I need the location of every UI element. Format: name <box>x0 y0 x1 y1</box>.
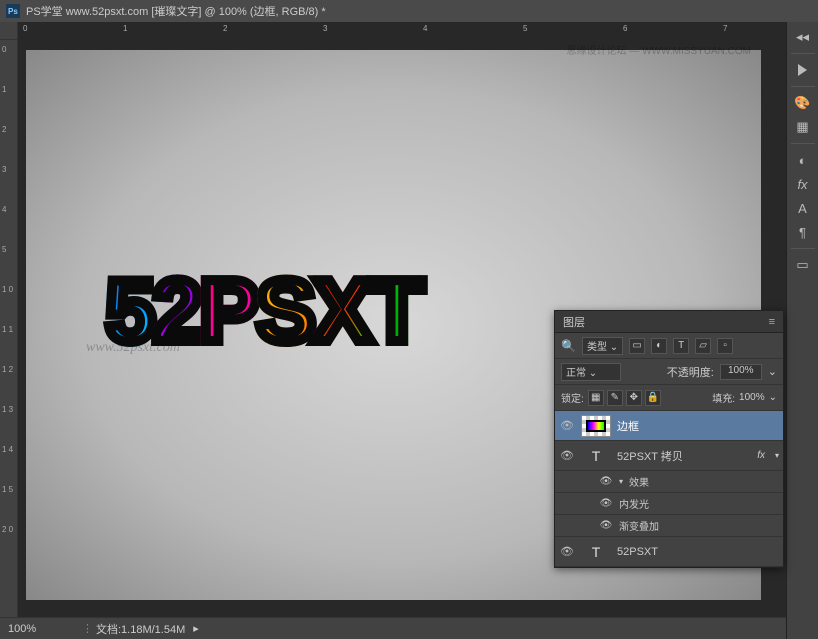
fx-collapse-icon[interactable]: ▾ <box>775 451 779 460</box>
opacity-label: 不透明度: <box>667 364 714 380</box>
paragraph-icon[interactable]: ¶ <box>790 221 816 243</box>
layer-name[interactable]: 52PSXT 拷贝 <box>617 448 683 464</box>
effect-name: 渐变叠加 <box>619 518 659 533</box>
ruler-vertical[interactable]: 0 1 2 3 4 5 1 0 1 1 1 2 1 3 1 4 1 5 2 0 <box>0 40 18 617</box>
properties-icon[interactable]: ▭ <box>790 254 816 276</box>
zoom-level[interactable]: 100% <box>8 623 78 635</box>
filter-pixel-icon[interactable]: ▭ <box>629 338 645 354</box>
search-icon: 🔍 <box>561 339 576 353</box>
filter-type-icon[interactable]: T <box>673 338 689 354</box>
right-toolbar: ◂◂ 🎨 ▦ ◐ fx A ¶ ▭ <box>786 22 818 639</box>
lock-paint-icon[interactable]: ✎ <box>607 390 623 406</box>
status-bar: 100% ⋮⋮ 文档:1.18M/1.54M ▸ <box>0 617 786 639</box>
character-icon[interactable]: A <box>790 197 816 219</box>
filter-shape-icon[interactable]: ▱ <box>695 338 711 354</box>
effects-header[interactable]: 👁 ▾ 效果 <box>555 471 783 493</box>
blend-mode-dropdown[interactable]: 正常 ⌄ <box>561 363 621 381</box>
artwork-text: 52PSXT <box>106 260 422 362</box>
fx-badge[interactable]: fx <box>757 450 769 461</box>
layer-filter-row: 🔍 类型 ⌄ ▭ ◐ T ▱ ▫ <box>555 333 783 359</box>
layers-panel[interactable]: 图层 ≡ 🔍 类型 ⌄ ▭ ◐ T ▱ ▫ 正常 ⌄ 不透明度: 100% ⌄ … <box>554 310 784 568</box>
blend-opacity-row: 正常 ⌄ 不透明度: 100% ⌄ <box>555 359 783 385</box>
svg-text:Ps: Ps <box>8 7 18 16</box>
visibility-icon[interactable]: 👁 <box>599 476 613 487</box>
layer-item[interactable]: 👁 边框 <box>555 411 783 441</box>
document-size: 文档:1.18M/1.54M <box>96 621 185 637</box>
adjustments-icon[interactable]: ◐ <box>790 149 816 171</box>
type-layer-icon: T <box>581 445 611 467</box>
play-icon[interactable] <box>790 59 816 81</box>
filter-kind-dropdown[interactable]: 类型 ⌄ <box>582 337 623 355</box>
chevron-down-icon[interactable]: ⌄ <box>768 365 777 378</box>
fill-label: 填充: <box>712 390 735 405</box>
type-layer-icon: T <box>581 541 611 563</box>
styles-icon[interactable]: fx <box>790 173 816 195</box>
effect-item[interactable]: 👁 内发光 <box>555 493 783 515</box>
layer-list: 👁 边框 👁 T 52PSXT 拷贝 fx ▾ 👁 ▾ 效果 👁 内发光 👁 渐… <box>555 411 783 567</box>
lock-position-icon[interactable]: ✥ <box>626 390 642 406</box>
chevron-right-icon[interactable]: ▸ <box>193 622 199 635</box>
lock-transparency-icon[interactable]: ▦ <box>588 390 604 406</box>
layer-name[interactable]: 52PSXT <box>617 546 658 558</box>
document-title: PS学堂 www.52psxt.com [璀璨文字] @ 100% (边框, R… <box>26 3 326 19</box>
lock-fill-row: 锁定: ▦ ✎ ✥ 🔒 填充: 100% ⌄ <box>555 385 783 411</box>
layer-item[interactable]: 👁 T 52PSXT <box>555 537 783 567</box>
layers-panel-title: 图层 <box>563 314 585 330</box>
visibility-icon[interactable]: 👁 <box>559 449 575 462</box>
opacity-value[interactable]: 100% <box>720 364 762 380</box>
disclosure-icon: ▾ <box>619 477 623 486</box>
visibility-icon[interactable]: 👁 <box>599 498 613 509</box>
effect-item[interactable]: 👁 渐变叠加 <box>555 515 783 537</box>
layer-name[interactable]: 边框 <box>617 418 639 434</box>
chevron-down-icon[interactable]: ⌄ <box>769 392 777 403</box>
effect-name: 内发光 <box>619 496 649 511</box>
layer-thumbnail[interactable] <box>581 415 611 437</box>
color-picker-icon[interactable]: 🎨 <box>790 92 816 114</box>
app-icon: Ps <box>6 4 20 18</box>
layer-item[interactable]: 👁 T 52PSXT 拷贝 fx ▾ <box>555 441 783 471</box>
filter-smart-icon[interactable]: ▫ <box>717 338 733 354</box>
filter-adjust-icon[interactable]: ◐ <box>651 338 667 354</box>
visibility-icon[interactable]: 👁 <box>599 520 613 531</box>
resize-handle-icon[interactable]: ⋮⋮ <box>82 622 92 635</box>
visibility-icon[interactable]: 👁 <box>559 545 575 558</box>
visibility-icon[interactable]: 👁 <box>559 419 575 432</box>
ruler-origin[interactable] <box>0 22 18 40</box>
watermark-forum: 思缘设计论坛 — WWW.MISSYUAN.COM <box>567 42 751 57</box>
panel-menu-icon[interactable]: ≡ <box>769 316 775 328</box>
lock-all-icon[interactable]: 🔒 <box>645 390 661 406</box>
title-bar: Ps PS学堂 www.52psxt.com [璀璨文字] @ 100% (边框… <box>0 0 818 22</box>
lock-label: 锁定: <box>561 390 584 405</box>
expand-panels-icon[interactable]: ◂◂ <box>790 26 816 48</box>
swatches-icon[interactable]: ▦ <box>790 116 816 138</box>
fill-value[interactable]: 100% <box>739 392 765 403</box>
layers-panel-header[interactable]: 图层 ≡ <box>555 311 783 333</box>
